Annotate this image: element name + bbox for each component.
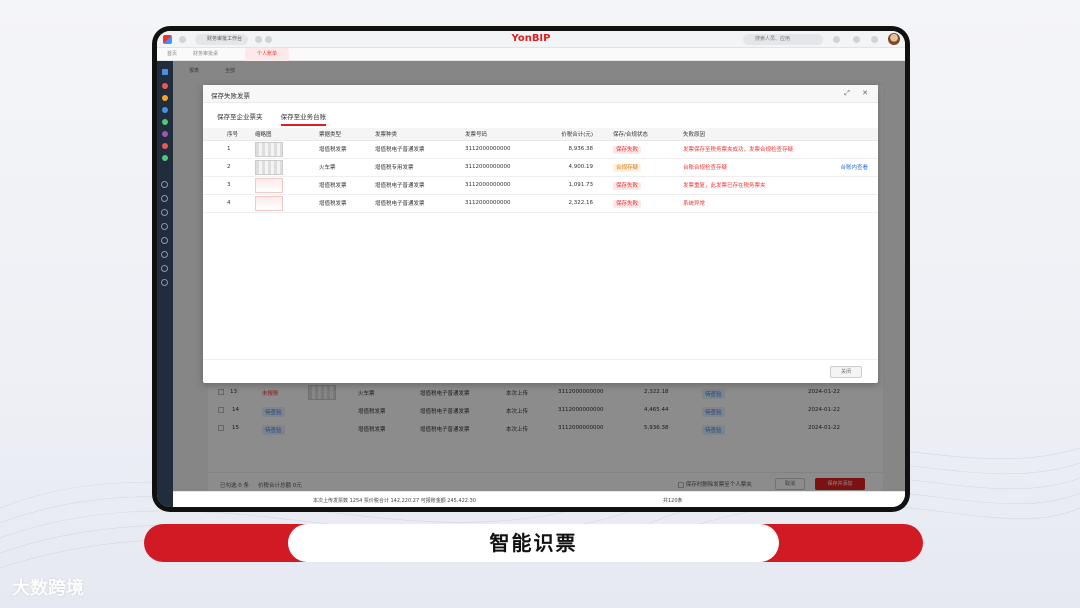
invoice-thumbnail[interactable] [255,177,283,193]
column-header: 发票号码 [461,128,535,141]
browser-topbar: 财务审批工作台 YonBIP 搜索人员、应用 [157,31,905,48]
watermark: 大数跨境 [12,578,84,599]
failure-reason: 台账合规检查存疑 [679,158,828,177]
row-invoice-number: 3112000000000 [461,158,535,177]
nav-item-icon[interactable] [162,119,168,125]
failed-invoice-table: 序号 缩略图 票据类型 发票种类 发票号码 价税合计(元) 保存/合规状态 失败… [203,128,878,213]
nav-item-icon[interactable] [162,143,168,149]
nav-item-icon[interactable] [162,155,168,161]
search-placeholder: 搜索人员、应用 [755,36,791,42]
left-navigation [157,61,173,507]
nav-menu-icon[interactable] [162,69,168,75]
row-action-link[interactable] [828,140,878,159]
nav-item-icon[interactable] [162,95,168,101]
row-number: 3 [203,176,251,195]
notification-icon[interactable] [833,36,840,43]
nav-item-icon[interactable] [161,181,168,188]
save-failed-dialog: 保存失败发票 ⤢ ✕ 保存至企业票夹 保存至业务台账 序号 缩略图 票据类型 发… [203,85,878,383]
nav-item-icon[interactable] [161,223,168,230]
failure-reason: 发票重复，此发票已存在税务票夹 [679,176,828,195]
nav-item-icon[interactable] [161,195,168,202]
column-header: 发票种类 [371,128,461,141]
row-invoice-kind: 增值税电子普通发票 [371,176,461,195]
invoice-thumbnail[interactable] [255,195,283,211]
row-invoice-kind: 增值税电子普通发票 [371,140,461,159]
row-amount: 2,322.16 [535,194,609,213]
user-avatar[interactable] [888,33,900,45]
close-icon[interactable]: ✕ [862,89,868,97]
row-invoice-kind: 增值税专用发票 [371,158,461,177]
row-number: 4 [203,194,251,213]
table-header-row: 序号 缩略图 票据类型 发票种类 发票号码 价税合计(元) 保存/合规状态 失败… [203,128,878,141]
nav-item-icon[interactable] [162,83,168,89]
pagination-total: 共120条 [663,498,683,504]
column-header: 失败原因 [679,128,828,141]
row-action-link[interactable] [828,194,878,213]
failure-reason: 发票保存至税务票夹成功，发票合规检查存疑 [679,140,828,159]
column-header: 价税合计(元) [535,128,609,141]
global-search-input[interactable]: 搜索人员、应用 [743,34,823,45]
nav-item-icon[interactable] [161,209,168,216]
row-number: 2 [203,158,251,177]
invoice-thumbnail[interactable] [255,141,283,157]
bottom-status-bar: 本次上传发票数 1254 票价税合计 142,220.27 可报账金额 245,… [173,491,905,507]
dialog-header: 保存失败发票 ⤢ ✕ [203,85,878,103]
table-row: 4 增值税发票 增值税电子普通发票 3112000000000 2,322.16… [203,194,878,213]
row-action-link[interactable] [828,176,878,195]
row-ticket-type: 增值税发票 [315,176,371,195]
device-frame: 财务审批工作台 YonBIP 搜索人员、应用 首页 财务审批桌 个人账单 报表 … [152,26,910,512]
row-ticket-type: 增值税发票 [315,194,371,213]
status-badge: 保存失败 [613,200,642,208]
nav-item-icon[interactable] [161,265,168,272]
app-screen: 财务审批工作台 YonBIP 搜索人员、应用 首页 财务审批桌 个人账单 报表 … [157,31,905,507]
row-amount: 1,091.73 [535,176,609,195]
tab-save-to-ledger[interactable]: 保存至业务台账 [280,111,327,126]
failure-reason: 系统异常 [679,194,828,213]
status-badge: 合规存疑 [613,164,642,172]
invoice-thumbnail[interactable] [255,159,283,175]
status-badge: 保存失败 [613,146,642,154]
tab-finance-desk[interactable]: 财务审批桌 [193,48,218,61]
dialog-title: 保存失败发票 [211,92,250,100]
row-invoice-number: 3112000000000 [461,194,535,213]
row-invoice-number: 3112000000000 [461,176,535,195]
nav-item-icon[interactable] [161,279,168,286]
settings-icon[interactable] [871,36,878,43]
row-ticket-type: 增值税发票 [315,140,371,159]
page-tab-bar: 首页 财务审批桌 个人账单 [157,48,905,61]
table-row: 3 增值税发票 增值税电子普通发票 3112000000000 1,091.73… [203,176,878,195]
tab-personal-bill[interactable]: 个人账单 [245,48,290,61]
row-ticket-type: 火车票 [315,158,371,177]
tab-home[interactable]: 首页 [167,48,177,61]
row-amount: 4,900.19 [535,158,609,177]
expand-icon[interactable]: ⤢ [844,89,850,97]
column-header-action [828,128,878,141]
help-icon[interactable] [853,36,860,43]
upload-stats: 本次上传发票数 1254 票价税合计 142,220.27 可报账金额 245,… [313,498,476,504]
dialog-footer: 关闭 [203,359,878,383]
nav-item-icon[interactable] [162,107,168,113]
column-header: 序号 [203,128,251,141]
table-row: 1 增值税发票 增值税电子普通发票 3112000000000 8,936.38… [203,140,878,159]
row-number: 1 [203,140,251,159]
column-header: 缩略图 [251,128,315,141]
row-invoice-number: 3112000000000 [461,140,535,159]
table-row: 2 火车票 增值税专用发票 3112000000000 4,900.19 合规存… [203,158,878,177]
status-badge: 保存失败 [613,182,642,190]
dialog-subtabs: 保存至企业票夹 保存至业务台账 [217,111,342,126]
row-invoice-kind: 增值税电子普通发票 [371,194,461,213]
nav-item-icon[interactable] [161,251,168,258]
view-in-ledger-link[interactable]: 台账内查看 [828,158,878,177]
nav-item-icon[interactable] [161,237,168,244]
row-amount: 8,936.38 [535,140,609,159]
caption-title: 智能识票 [288,524,779,562]
close-button[interactable]: 关闭 [830,366,862,378]
column-header: 票据类型 [315,128,371,141]
column-header: 保存/合规状态 [609,128,679,141]
nav-item-icon[interactable] [162,131,168,137]
tab-save-to-enterprise[interactable]: 保存至企业票夹 [217,111,263,124]
